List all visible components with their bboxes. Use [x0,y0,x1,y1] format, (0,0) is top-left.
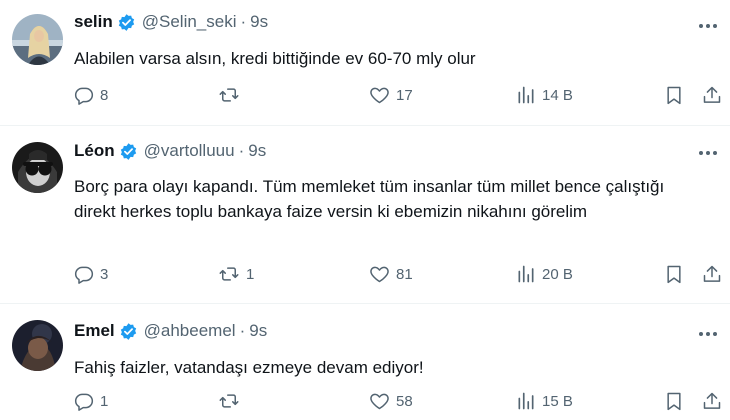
verified-badge-icon [117,13,136,32]
views-button[interactable]: 20 B [516,264,573,284]
bookmark-icon [667,392,681,411]
tweet-3-header: Emel @ahbeemel · 9s [74,321,267,341]
user-handle[interactable]: @vartolluuu [144,141,235,161]
retweet-button[interactable] [218,85,246,105]
tweet-text: Fahiş faizler, vatandaşı ezmeye devam ed… [74,358,424,377]
bookmark-button[interactable] [664,264,684,284]
share-icon [703,86,721,103]
reply-count: 3 [100,265,109,283]
retweet-icon [219,88,239,102]
heart-icon [370,266,389,283]
separator-dot: · [240,12,247,31]
views-count: 20 B [542,265,573,283]
tweet-2-header: Léon @vartolluuu · 9s [74,141,266,161]
tweet-time[interactable]: 9s [248,141,266,161]
tweet-text: Borç para olayı kapandı. Tüm memleket tü… [74,177,665,221]
separator-dot: · [238,141,245,160]
display-name[interactable]: selin [74,12,113,32]
like-button[interactable]: 81 [369,264,413,284]
retweet-button[interactable]: 1 [218,264,254,284]
user-handle[interactable]: @Selin_seki [142,12,237,32]
separator-dot: · [239,321,246,340]
tweet-1-header: selin @Selin_seki · 9s [74,12,268,32]
reply-button[interactable]: 1 [74,391,108,411]
reply-count: 1 [100,392,109,410]
views-chart-icon [518,392,534,410]
bookmark-icon [667,86,681,105]
heart-icon [370,87,389,104]
like-button[interactable]: 17 [369,85,413,105]
more-options-icon[interactable] [699,151,717,155]
user-handle[interactable]: @ahbeemel [144,321,236,341]
bookmark-icon [667,265,681,284]
verified-badge-icon [119,322,138,341]
tweet-actions: 1 58 15 B [74,391,724,417]
reply-icon [74,87,94,105]
display-name[interactable]: Emel [74,321,115,341]
like-button[interactable]: 58 [369,391,413,411]
share-button[interactable] [702,264,722,284]
retweet-button[interactable] [218,391,246,411]
views-chart-icon [518,86,534,104]
heart-icon [370,393,389,410]
more-options-icon[interactable] [699,24,717,28]
reply-count: 8 [100,86,109,104]
more-options-icon[interactable] [699,332,717,336]
avatar-emel[interactable] [12,320,63,371]
like-count: 17 [396,86,413,104]
reply-icon [74,266,94,284]
bookmark-button[interactable] [664,391,684,411]
views-count: 14 B [542,86,573,104]
share-button[interactable] [702,85,722,105]
tweet-actions: 3 1 81 20 B [74,264,724,290]
views-button[interactable]: 14 B [516,85,573,105]
share-button[interactable] [702,391,722,411]
tweet-1[interactable]: selin @Selin_seki · 9s Alabilen varsa al… [0,0,730,126]
share-icon [703,392,721,409]
tweet-time[interactable]: 9s [249,321,267,341]
tweet-2[interactable]: Léon @vartolluuu · 9s Borç para olayı ka… [0,126,730,304]
retweet-icon [219,267,239,281]
avatar-selin[interactable] [12,14,63,65]
retweet-count: 1 [246,265,255,283]
reply-button[interactable]: 3 [74,264,108,284]
display-name[interactable]: Léon [74,141,115,161]
tweet-time[interactable]: 9s [250,12,268,32]
reply-button[interactable]: 8 [74,85,108,105]
tweet-actions: 8 17 14 B [74,85,724,111]
like-count: 81 [396,265,413,283]
avatar-leon[interactable] [12,142,63,193]
like-count: 58 [396,392,413,410]
verified-badge-icon [119,142,138,161]
retweet-icon [219,394,239,408]
views-button[interactable]: 15 B [516,391,573,411]
reply-icon [74,393,94,411]
tweet-feed: selin @Selin_seki · 9s Alabilen varsa al… [0,0,730,420]
tweet-3[interactable]: Emel @ahbeemel · 9s Fahiş faizler, vatan… [0,304,730,420]
views-chart-icon [518,265,534,283]
tweet-text: Alabilen varsa alsın, kredi bittiğinde e… [74,49,476,68]
bookmark-button[interactable] [664,85,684,105]
share-icon [703,265,721,282]
views-count: 15 B [542,392,573,410]
